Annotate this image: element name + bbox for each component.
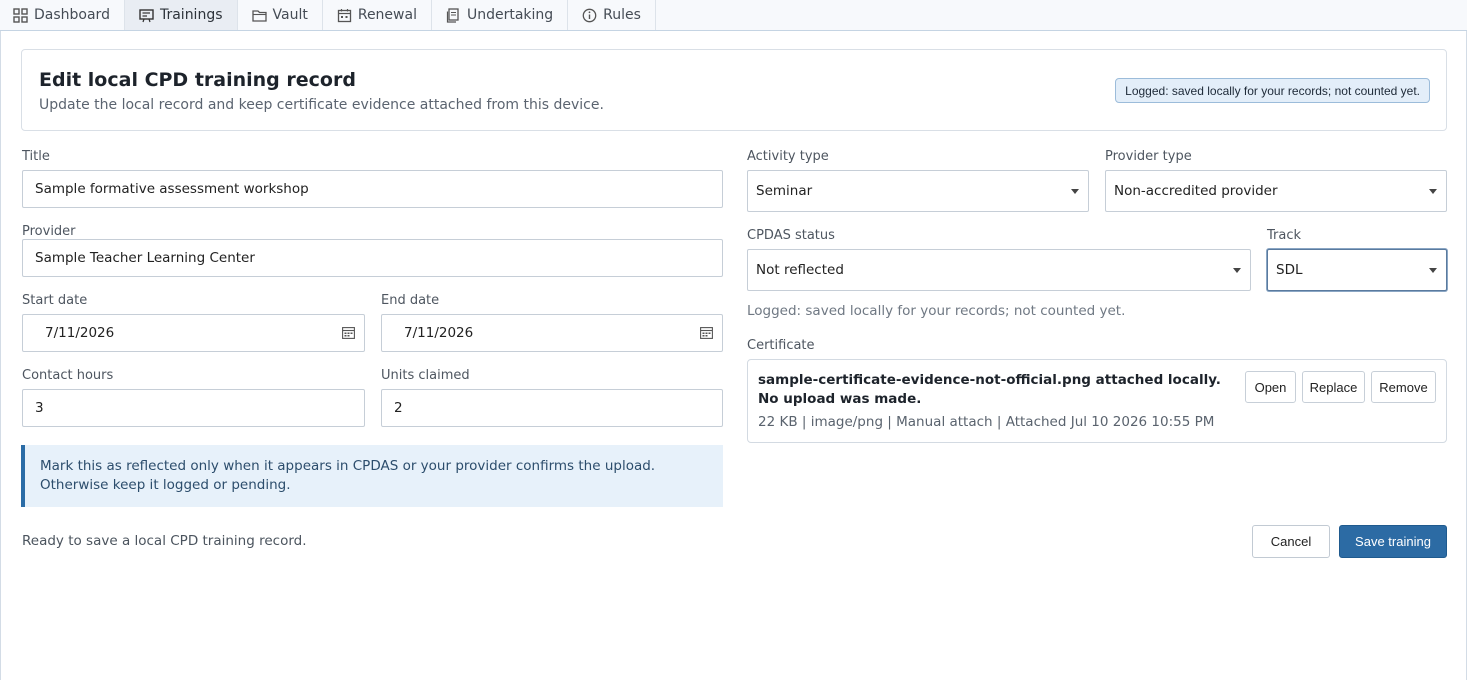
folder-icon <box>251 9 267 22</box>
calendar-icon <box>337 8 351 22</box>
save-status-text: Ready to save a local CPD training recor… <box>22 533 307 549</box>
calendar-icon[interactable] <box>700 327 713 339</box>
tab-label: Dashboard <box>34 7 110 23</box>
tab-label: Trainings <box>159 7 223 23</box>
certificate-meta: 22 KB | image/png | Manual attach | Atta… <box>758 414 1215 430</box>
remove-certificate-button[interactable]: Remove <box>1371 371 1436 403</box>
chevron-down-icon <box>1429 189 1437 194</box>
calendar-icon[interactable] <box>342 327 355 339</box>
cpdas-status-value: Not reflected <box>756 262 844 278</box>
title-input[interactable]: Sample formative assessment workshop <box>22 170 723 208</box>
tab-renewal[interactable]: Renewal <box>323 0 432 30</box>
reflection-notice: Mark this as reflected only when it appe… <box>21 445 723 507</box>
training-icon <box>139 8 154 22</box>
units-claimed-label: Units claimed <box>381 368 470 383</box>
status-badge: Logged: saved locally for your records; … <box>1115 78 1430 103</box>
start-date-value: 7/11/2026 <box>45 325 115 341</box>
grid-icon <box>13 7 28 23</box>
status-help-text: Logged: saved locally for your records; … <box>747 303 1126 319</box>
activity-type-select[interactable]: Seminar <box>747 170 1089 212</box>
top-tab-bar: Dashboard Trainings Vault Renewal Undert… <box>0 0 1467 31</box>
chevron-down-icon <box>1429 268 1437 273</box>
start-date-label: Start date <box>22 293 88 308</box>
activity-type-value: Seminar <box>756 183 813 199</box>
provider-type-select[interactable]: Non-accredited provider <box>1105 170 1447 212</box>
track-label: Track <box>1267 228 1302 243</box>
certificate-label: Certificate <box>747 338 815 353</box>
provider-type-value: Non-accredited provider <box>1114 183 1278 199</box>
tab-trainings[interactable]: Trainings <box>124 0 238 30</box>
info-icon <box>582 8 597 22</box>
open-certificate-button[interactable]: Open <box>1245 371 1296 403</box>
end-date-label: End date <box>381 293 440 308</box>
activity-type-label: Activity type <box>747 149 829 164</box>
certificate-file-name: sample-certificate-evidence-not-official… <box>758 372 1221 407</box>
tab-dashboard[interactable]: Dashboard <box>0 0 125 30</box>
provider-label: Provider <box>22 224 76 239</box>
tab-label: Rules <box>603 7 641 23</box>
title-label: Title <box>22 149 50 164</box>
tab-vault[interactable]: Vault <box>238 0 323 30</box>
tab-undertaking[interactable]: Undertaking <box>432 0 569 30</box>
tab-label: Vault <box>272 7 308 23</box>
track-select[interactable]: SDL <box>1267 249 1447 291</box>
tab-rules[interactable]: Rules <box>568 0 656 30</box>
end-date-value: 7/11/2026 <box>404 325 474 341</box>
start-date-input[interactable]: 7/11/2026 <box>22 314 365 352</box>
chevron-down-icon <box>1233 268 1241 273</box>
certificate-card: sample-certificate-evidence-not-official… <box>747 359 1447 443</box>
page-title: Edit local CPD training record <box>39 69 356 91</box>
provider-type-label: Provider type <box>1105 149 1192 164</box>
chevron-down-icon <box>1071 189 1079 194</box>
page-subtitle: Update the local record and keep certifi… <box>39 97 604 113</box>
contact-hours-input[interactable]: 3 <box>22 389 365 427</box>
track-value: SDL <box>1276 262 1303 278</box>
cpdas-status-label: CPDAS status <box>747 228 835 243</box>
header-card: Edit local CPD training record Update th… <box>21 49 1447 131</box>
cpdas-status-select[interactable]: Not reflected <box>747 249 1251 291</box>
document-icon <box>446 7 459 23</box>
tab-label: Undertaking <box>466 7 554 23</box>
provider-input[interactable]: Sample Teacher Learning Center <box>22 239 723 277</box>
cancel-button[interactable]: Cancel <box>1252 525 1330 558</box>
end-date-input[interactable]: 7/11/2026 <box>381 314 723 352</box>
contact-hours-label: Contact hours <box>22 368 114 383</box>
replace-certificate-button[interactable]: Replace <box>1302 371 1365 403</box>
save-training-button[interactable]: Save training <box>1339 525 1447 558</box>
units-claimed-input[interactable]: 2 <box>381 389 723 427</box>
tab-label: Renewal <box>357 7 417 23</box>
page-body: Edit local CPD training record Update th… <box>0 31 1467 680</box>
